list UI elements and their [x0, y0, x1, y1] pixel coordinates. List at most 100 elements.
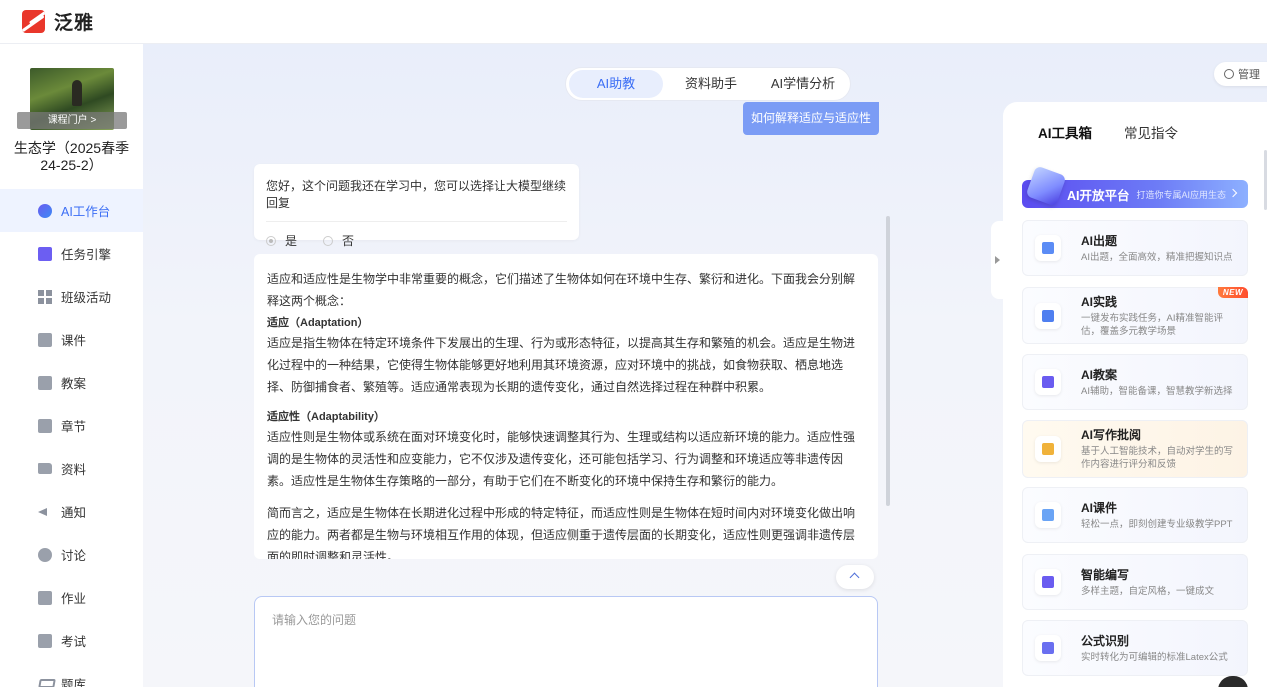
tool-smart-writing[interactable]: 智能编写 多样主题，自定风格，一键成文	[1022, 554, 1248, 610]
user-message: 如何解释适应与适应性	[743, 102, 879, 135]
banner-title: AI开放平台	[1067, 188, 1130, 203]
brand-name: 泛雅	[54, 13, 95, 34]
quiz-icon	[1035, 235, 1061, 261]
tool-name: AI课件	[1081, 500, 1118, 515]
tool-name: AI出题	[1081, 233, 1118, 248]
writing-review-icon	[1035, 436, 1061, 462]
sidebar-item-label: 教案	[61, 377, 87, 391]
sidebar-item-exam[interactable]: 考试	[0, 619, 143, 662]
tool-desc: 一键发布实践任务，AI精准智能评估，覆盖多元教学场景	[1081, 312, 1223, 337]
tool-ai-quiz[interactable]: AI出题 AI出题，全面高效，精准把握知识点	[1022, 220, 1248, 276]
sidebar-item-label: 任务引擎	[61, 248, 112, 262]
sidebar-item-task-engine[interactable]: 任务引擎	[0, 232, 143, 275]
radio-yes-label[interactable]: 是	[285, 232, 297, 249]
continue-options: 是 否	[266, 232, 567, 249]
answer-paragraph-adaptability: 适应性则是生物体或系统在面对环境变化时，能够快速调整其行为、生理或结构以适应新环…	[267, 430, 856, 488]
gear-icon	[1224, 69, 1234, 79]
file-icon	[38, 332, 52, 347]
top-bar: 泛雅	[0, 0, 1267, 44]
scroll-up-button[interactable]	[836, 565, 874, 589]
bot-prompt-card: 您好，这个问题我还在学习中，您可以选择让大模型继续回复 是 否	[254, 164, 579, 248]
answer-heading-adaptability: 适应性（Adaptability）	[267, 411, 385, 423]
sidebar-item-label: 课件	[61, 334, 87, 348]
radio-no[interactable]	[323, 235, 334, 246]
chevron-right-icon	[1228, 188, 1238, 198]
sidebar-item-label: 通知	[61, 506, 87, 520]
task-icon	[38, 246, 52, 261]
formula-icon	[1035, 635, 1061, 661]
tool-desc: 轻松一点，即刻创建专业级教学PPT	[1081, 518, 1233, 530]
sidebar: 课程门户 > 生态学（2025春季 24-25-2） AI工作台 任务引擎 班级…	[0, 44, 143, 687]
sidebar-item-chapters[interactable]: 章节	[0, 404, 143, 447]
sidebar-item-label: 题库	[61, 678, 87, 687]
sidebar-item-label: 考试	[61, 635, 87, 649]
writing-icon	[1035, 569, 1061, 595]
tab-material-assistant[interactable]: 资料助手	[663, 70, 759, 98]
banner-subtitle: 打造你专属AI应用生态	[1136, 189, 1227, 200]
sidebar-item-materials[interactable]: 资料	[0, 447, 143, 490]
tool-panel-tabs: AI工具箱 常见指令	[1038, 122, 1210, 142]
tool-name: 智能编写	[1081, 567, 1130, 582]
radio-no-label[interactable]: 否	[342, 232, 354, 249]
tool-name: 公式识别	[1081, 633, 1130, 648]
assistant-tabs: AI助教 资料助手 AI学情分析	[565, 67, 851, 101]
tool-ai-writing-review[interactable]: AI写作批阅 基于人工智能技术，自动对学生的写作内容进行评分和反馈	[1022, 420, 1248, 478]
sidebar-item-label: 章节	[61, 420, 87, 434]
ai-open-platform-banner[interactable]: AI开放平台 打造你专属AI应用生态	[1022, 165, 1248, 208]
new-badge: NEW	[1217, 287, 1248, 298]
edit-icon	[38, 590, 52, 605]
course-portal-link[interactable]: 课程门户 >	[17, 112, 127, 129]
sidebar-item-label: 作业	[61, 592, 87, 606]
sidebar-item-homework[interactable]: 作业	[0, 576, 143, 619]
folder-icon	[38, 463, 52, 474]
sidebar-item-class-activity[interactable]: 班级活动	[0, 275, 143, 318]
ppt-icon	[1035, 502, 1061, 528]
sidebar-item-label: AI工作台	[61, 205, 111, 219]
sidebar-item-label: 班级活动	[61, 291, 112, 305]
tool-name: AI写作批阅	[1081, 428, 1142, 442]
grid-icon	[38, 289, 52, 304]
chat-icon	[38, 547, 52, 562]
lesson-plan-icon	[1035, 369, 1061, 395]
tab-ai-toolbox[interactable]: AI工具箱	[1038, 122, 1092, 142]
sidebar-item-courseware[interactable]: 课件	[0, 318, 143, 361]
tool-ai-courseware[interactable]: AI课件 轻松一点，即刻创建专业级教学PPT	[1022, 487, 1248, 543]
chat-scrollbar[interactable]	[886, 216, 890, 506]
tool-name: AI教案	[1081, 367, 1118, 382]
sidebar-item-label: 资料	[61, 463, 87, 477]
answer-paragraph-adaptation: 适应是指生物体在特定环境条件下发展出的生理、行为或形态特征，以提高其生存和繁殖的…	[267, 336, 856, 394]
tool-desc: AI辅助，智能备课，智慧教学新选择	[1081, 385, 1233, 397]
sidebar-item-discussion[interactable]: 讨论	[0, 533, 143, 576]
document-icon	[38, 375, 52, 390]
tool-ai-practice[interactable]: NEW AI实践 一键发布实践任务，AI精准智能评估，覆盖多元教学场景	[1022, 287, 1248, 344]
tool-desc: 实时转化为可编辑的标准Latex公式	[1081, 651, 1228, 663]
sidebar-item-label: 讨论	[61, 549, 87, 563]
answer-summary: 简而言之，适应是生物体在长期进化过程中形成的特定特征，而适应性则是生物体在短时间…	[267, 506, 856, 559]
manage-button[interactable]: 管理	[1214, 62, 1267, 86]
bot-answer: 适应和适应性是生物学中非常重要的概念，它们描述了生物体如何在环境中生存、繁衍和进…	[254, 254, 878, 559]
tool-ai-lesson-plan[interactable]: AI教案 AI辅助，智能备课，智慧教学新选择	[1022, 354, 1248, 410]
radio-yes[interactable]	[266, 235, 276, 246]
sidebar-item-question-bank[interactable]: 题库	[0, 662, 143, 687]
answer-intro: 适应和适应性是生物学中非常重要的概念，它们描述了生物体如何在环境中生存、繁衍和进…	[267, 272, 856, 308]
tab-common-commands[interactable]: 常见指令	[1124, 122, 1178, 142]
logo-icon	[22, 10, 45, 33]
tab-ai-assistant[interactable]: AI助教	[569, 70, 663, 98]
tool-desc: 多样主题，自定风格，一键成文	[1081, 585, 1215, 597]
question-input[interactable]: 请输入您的问题	[254, 596, 878, 687]
sidebar-item-notices[interactable]: 通知	[0, 490, 143, 533]
course-title: 生态学（2025春季 24-25-2）	[13, 140, 130, 173]
tool-desc: AI出题，全面高效，精准把握知识点	[1081, 251, 1233, 263]
sidebar-item-ai-workbench[interactable]: AI工作台	[0, 189, 143, 232]
practice-icon	[1035, 302, 1061, 329]
ai-icon	[38, 203, 52, 218]
answer-heading-adaptation: 适应（Adaptation）	[267, 317, 369, 329]
tool-formula-recognition[interactable]: 公式识别 实时转化为可编辑的标准Latex公式	[1022, 620, 1248, 676]
tab-learning-analysis[interactable]: AI学情分析	[759, 70, 847, 98]
speaker-icon	[38, 505, 52, 519]
sidebar-item-lesson-plan[interactable]: 教案	[0, 361, 143, 404]
manage-label: 管理	[1238, 69, 1260, 81]
sidebar-nav: AI工作台 任务引擎 班级活动 课件 教案 章节 资料 通知 讨论 作业 考试 …	[0, 189, 143, 687]
tool-desc: 基于人工智能技术，自动对学生的写作内容进行评分和反馈	[1081, 446, 1234, 470]
tool-panel: AI工具箱 常见指令 AI开放平台 打造你专属AI应用生态 AI出题 AI出题，…	[1003, 102, 1267, 687]
